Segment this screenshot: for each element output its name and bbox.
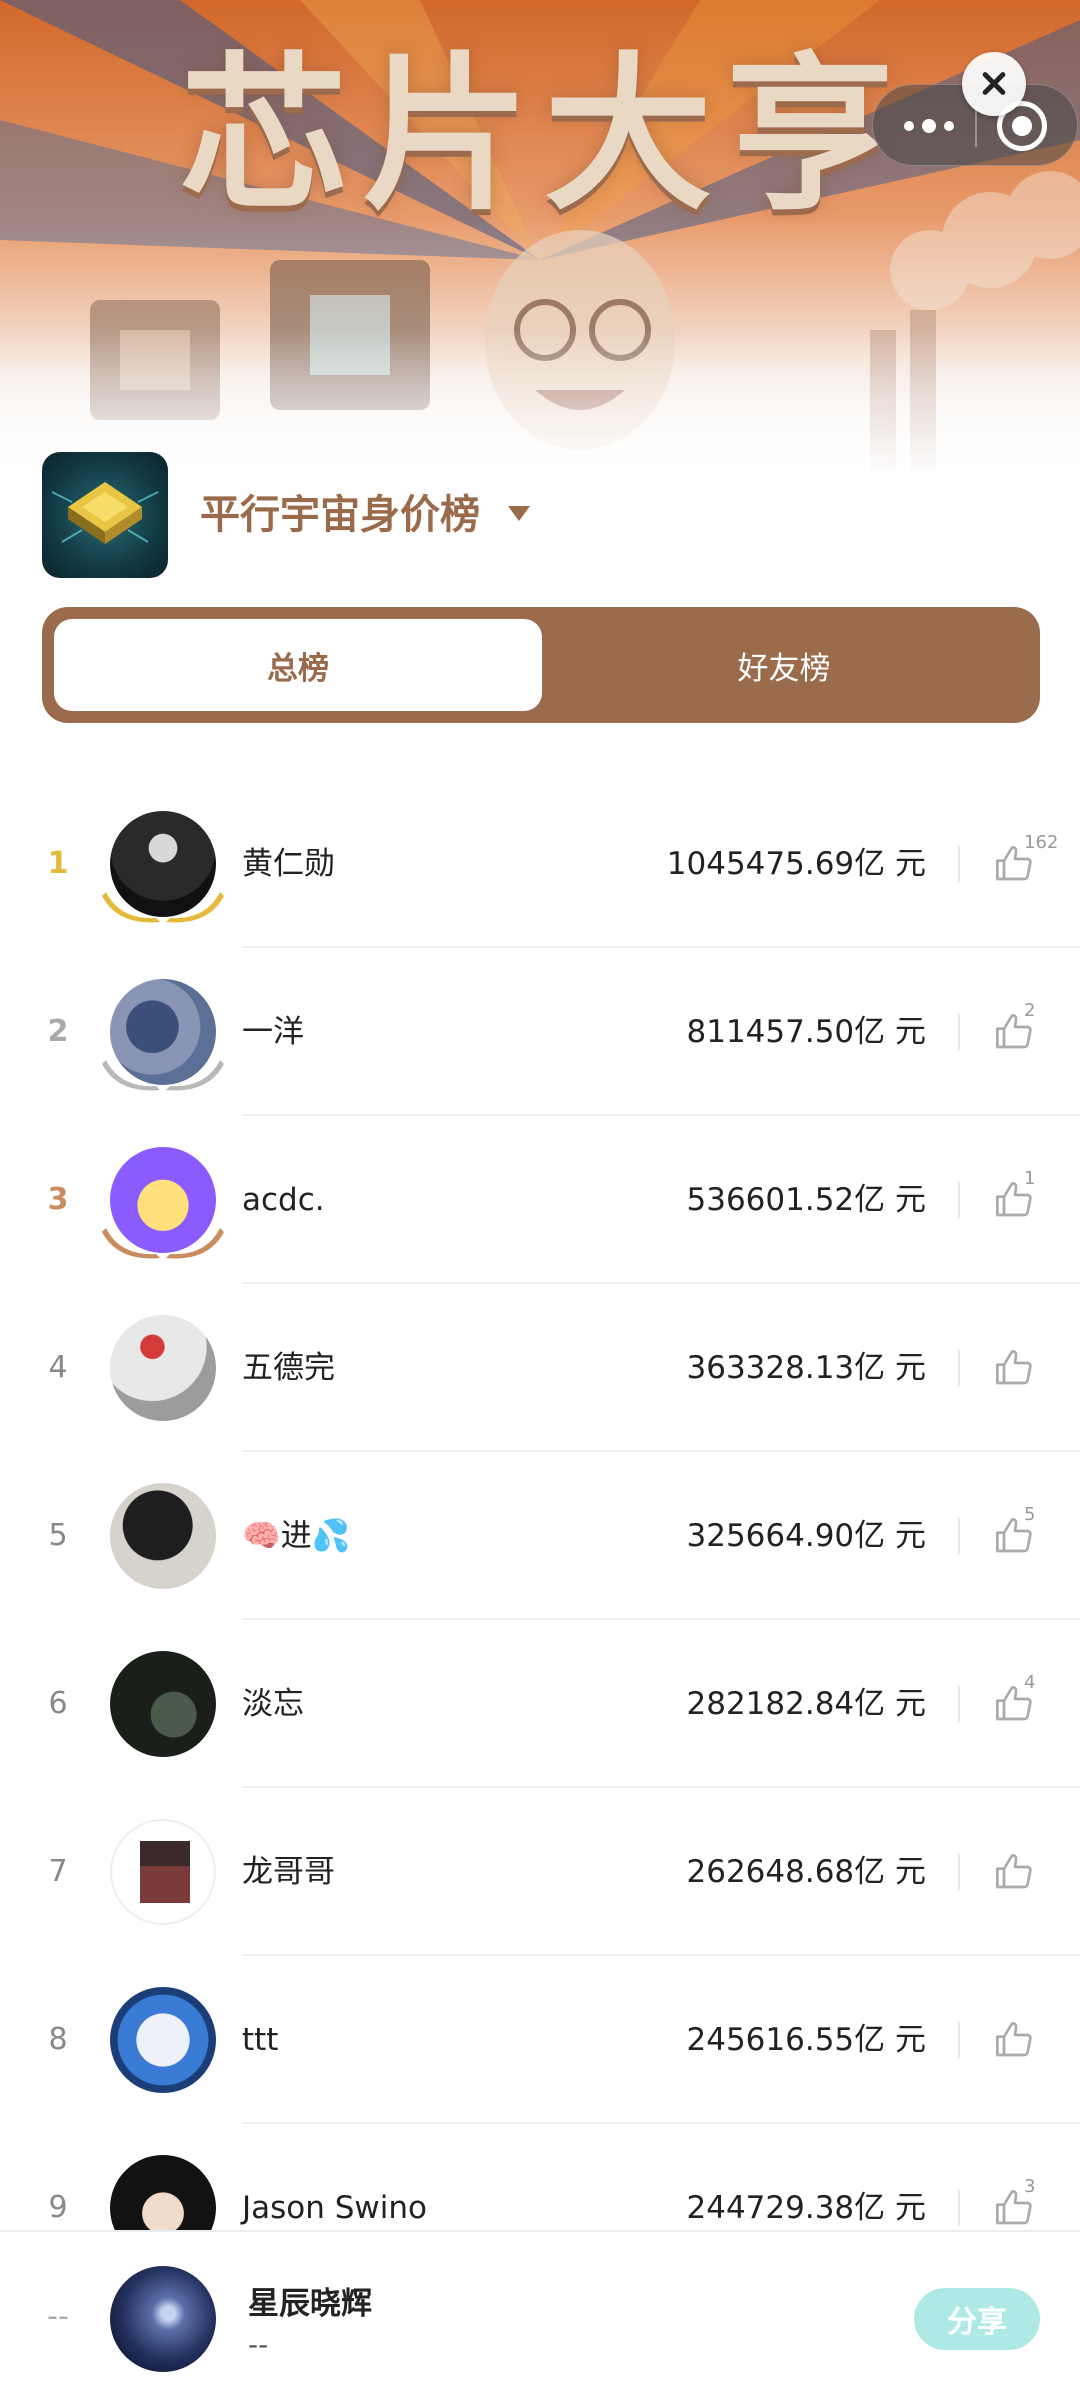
avatar [110, 2155, 216, 2230]
my-player-name: 星辰晓辉 [248, 2286, 372, 2322]
player-name: 一洋 [242, 1014, 304, 1050]
ranking-row[interactable]: 8 ttt 245616.55亿 元 [0, 1956, 1080, 2124]
column-divider [958, 1854, 960, 1890]
rank-number: 4 [48, 1350, 68, 1385]
net-worth-value: 262648.68亿 元 [686, 1854, 927, 1890]
my-net-worth-value: -- [248, 2328, 269, 2361]
gold-laurel-icon [102, 892, 224, 923]
net-worth-value: 536601.52亿 元 [686, 1182, 927, 1218]
column-divider [958, 1686, 960, 1722]
chip-icon [51, 482, 159, 544]
player-name: 🧠进💦 [242, 1518, 351, 1554]
avatar [110, 1651, 216, 1757]
like-count: 2 [1024, 1000, 1036, 1021]
net-worth-value: 244729.38亿 元 [686, 2190, 927, 2226]
silver-laurel-icon [102, 1060, 224, 1091]
avatar [110, 1987, 216, 2093]
net-worth-value: 1045475.69亿 元 [666, 846, 926, 882]
net-worth-value: 245616.55亿 元 [686, 2022, 927, 2058]
rank-number: 1 [47, 846, 69, 881]
game-title-art: 芯片大亨 [180, 37, 908, 233]
player-name: Jason Swino [242, 2190, 428, 2226]
tab-friends[interactable]: 好友榜 [540, 619, 1028, 711]
thumbs-up-icon[interactable] [994, 1348, 1034, 1388]
thumbs-up-icon[interactable] [994, 2020, 1034, 2060]
my-rank-number: -- [47, 2299, 69, 2334]
like-count: 1 [1024, 1168, 1036, 1189]
ranking-row[interactable]: 6 淡忘 282182.84亿 元 4 [0, 1620, 1080, 1788]
rank-number: 2 [47, 1014, 69, 1049]
rank-number: 6 [48, 1686, 68, 1721]
ranking-row[interactable]: 3 acdc. 536601.52亿 元 1 [0, 1116, 1080, 1284]
more-options-icon[interactable] [895, 107, 963, 145]
rank-number: 8 [48, 2022, 68, 2057]
player-name: 龙哥哥 [242, 1854, 335, 1890]
leaderboard-title[interactable]: 平行宇宙身价榜 [200, 480, 480, 550]
avatar [110, 1315, 216, 1421]
ranking-row[interactable]: 2 一洋 811457.50亿 元 2 [0, 948, 1080, 1116]
rank-number: 7 [48, 1854, 68, 1889]
avatar [110, 1483, 216, 1589]
like-count: 4 [1024, 1672, 1036, 1693]
net-worth-value: 325664.90亿 元 [686, 1518, 927, 1554]
rank-number: 3 [47, 1182, 69, 1217]
like-count: 3 [1024, 2176, 1036, 2197]
net-worth-value: 363328.13亿 元 [686, 1350, 927, 1386]
column-divider [958, 2190, 960, 2226]
net-worth-value: 282182.84亿 元 [686, 1686, 927, 1722]
player-name: 五德完 [242, 1350, 335, 1386]
like-count: 5 [1024, 1504, 1036, 1525]
my-avatar [110, 2266, 216, 2372]
net-worth-value: 811457.50亿 元 [686, 1014, 927, 1050]
share-button[interactable]: 分享 [914, 2288, 1040, 2350]
leaderboard-tabs: 总榜 好友榜 [42, 607, 1040, 723]
player-name: 黄仁勋 [242, 846, 335, 882]
game-banner: 芯片大亨 [0, 0, 1080, 480]
thumbs-up-icon[interactable] [994, 1852, 1034, 1892]
column-divider [958, 846, 960, 882]
ranking-row[interactable]: 5 🧠进💦 325664.90亿 元 5 [0, 1452, 1080, 1620]
bronze-laurel-icon [102, 1228, 224, 1259]
ranking-row[interactable]: 1 黄仁勋 1045475.69亿 元 162 [0, 780, 1080, 948]
column-divider [958, 1518, 960, 1554]
player-name: 淡忘 [242, 1686, 304, 1722]
rank-number: 9 [48, 2190, 68, 2225]
ranking-row[interactable]: 9 Jason Swino 244729.38亿 元 3 [0, 2124, 1080, 2230]
column-divider [958, 1350, 960, 1386]
column-divider [958, 2022, 960, 2058]
column-divider [958, 1014, 960, 1050]
player-name: acdc. [242, 1182, 325, 1218]
dropdown-caret-icon[interactable] [508, 506, 530, 521]
player-name: ttt [242, 2022, 279, 2058]
ranking-row[interactable]: 4 五德完 363328.13亿 元 [0, 1284, 1080, 1452]
ranking-row[interactable]: 7 龙哥哥 262648.68亿 元 [0, 1788, 1080, 1956]
like-count: 162 [1024, 832, 1059, 853]
my-ranking-bar: -- 星辰晓辉 -- 分享 [0, 2230, 1080, 2400]
ranking-list: 1 黄仁勋 1045475.69亿 元 162 2 一洋 811457.50亿 … [0, 780, 1080, 2230]
column-divider [958, 1182, 960, 1218]
game-app-icon [42, 452, 168, 578]
avatar [110, 1819, 216, 1925]
rank-number: 5 [48, 1518, 68, 1553]
tab-overall[interactable]: 总榜 [54, 619, 542, 711]
close-icon[interactable] [962, 52, 1026, 116]
